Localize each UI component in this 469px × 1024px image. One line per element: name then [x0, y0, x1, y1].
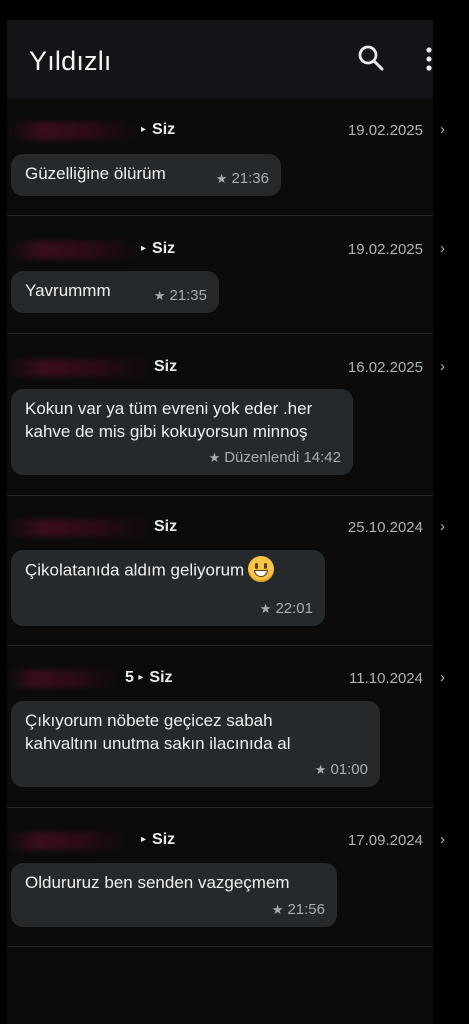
chevron-right-icon[interactable]: ›: [440, 358, 445, 375]
message-time: 01:00: [330, 761, 368, 778]
chevron-right-icon[interactable]: ›: [440, 240, 445, 257]
chevron-right-icon[interactable]: ›: [440, 121, 445, 138]
message-text: Yavrummm: [25, 281, 111, 300]
star-icon: ★: [208, 450, 221, 465]
chevron-right-icon[interactable]: ›: [440, 669, 445, 686]
redacted-sender-name: [7, 359, 152, 377]
message-text: Güzelliğine ölürüm: [25, 164, 166, 183]
divider: [7, 946, 433, 947]
message-date: 16.02.2025: [347, 359, 423, 376]
sender-name-fragment: 5: [125, 669, 134, 686]
arrow-icon: ▸: [141, 243, 147, 254]
divider: [7, 215, 433, 216]
arrow-icon: ▸: [141, 834, 147, 845]
sender-line: ▸ Siz: [7, 239, 207, 263]
message-meta: ★ 21:56: [272, 898, 325, 921]
sender-you-label: Siz: [149, 669, 173, 686]
sender-you-label: Siz: [154, 358, 178, 375]
message-meta: ★ 22:01: [260, 597, 313, 620]
more-vertical-icon[interactable]: [418, 46, 440, 74]
sender-line: Siz: [7, 517, 207, 541]
chevron-right-icon[interactable]: ›: [440, 831, 445, 848]
sender-you-label: Siz: [152, 240, 176, 257]
message-time: 21:36: [231, 170, 269, 187]
redacted-sender-name: [7, 832, 127, 850]
message-bubble[interactable]: Çikolatanıda aldım geliyorum ★ 22:01: [11, 550, 325, 626]
message-meta: ★ 21:35: [154, 284, 207, 307]
message-bubble[interactable]: Oldururuz ben senden vazgeçmem ★ 21:56: [11, 863, 337, 927]
message-text: Çıkıyorum nöbete geçicez sabah kahvaltın…: [25, 711, 291, 753]
page-title: Yıldızlı: [29, 46, 112, 76]
message-date: 17.09.2024: [347, 832, 423, 849]
divider: [7, 495, 433, 496]
sender-line: 5 ▸ Siz: [7, 668, 207, 692]
grinning-face-emoji-icon: [248, 556, 275, 582]
message-time: 14:42: [303, 449, 341, 466]
message-bubble[interactable]: Çıkıyorum nöbete geçicez sabah kahvaltın…: [11, 701, 380, 787]
arrow-icon: ▸: [138, 672, 144, 683]
divider: [7, 807, 433, 808]
redacted-sender-name: [7, 519, 152, 537]
sender-you-label: Siz: [152, 121, 176, 138]
star-icon: ★: [215, 171, 228, 186]
message-text: Çikolatanıda aldım geliyorum: [25, 560, 245, 580]
star-icon: ★: [314, 762, 327, 777]
sender-you-label: Siz: [154, 518, 178, 535]
redacted-sender-name: [7, 670, 117, 688]
star-icon: ★: [153, 288, 166, 303]
message-text: Oldururuz ben senden vazgeçmem: [25, 873, 290, 892]
app-bar: Yıldızlı: [7, 20, 433, 98]
message-meta: ★ 21:36: [216, 167, 269, 190]
sender-line: ▸ Siz: [7, 830, 207, 854]
star-icon: ★: [259, 601, 272, 616]
chevron-right-icon[interactable]: ›: [440, 518, 445, 535]
message-time: 22:01: [275, 600, 313, 617]
message-meta: ★ Düzenlendi 14:42: [209, 446, 341, 469]
message-bubble[interactable]: Yavrummm ★ 21:35: [11, 271, 219, 313]
sender-line: ▸ Siz: [7, 120, 207, 144]
message-bubble[interactable]: Kokun var ya tüm evreni yok eder .her ka…: [11, 389, 353, 475]
message-date: 19.02.2025: [347, 122, 423, 139]
redacted-sender-name: [7, 241, 142, 259]
message-bubble[interactable]: Güzelliğine ölürüm ★ 21:36: [11, 154, 281, 196]
message-date: 25.10.2024: [347, 519, 423, 536]
star-icon: ★: [271, 902, 284, 917]
sender-line: Siz: [7, 357, 207, 381]
arrow-icon: ▸: [141, 124, 147, 135]
sender-you-label: Siz: [152, 831, 176, 848]
message-text: Kokun var ya tüm evreni yok eder .her ka…: [25, 399, 313, 441]
redacted-sender-name: [7, 122, 142, 140]
message-date: 11.10.2024: [349, 670, 423, 687]
message-meta: ★ 01:00: [315, 758, 368, 781]
message-time: 21:56: [287, 901, 325, 918]
divider: [7, 333, 433, 334]
message-time: 21:35: [169, 287, 207, 304]
search-icon[interactable]: [357, 44, 385, 72]
divider: [7, 645, 433, 646]
message-edited-label: Düzenlendi: [224, 449, 300, 466]
message-date: 19.02.2025: [347, 241, 423, 258]
